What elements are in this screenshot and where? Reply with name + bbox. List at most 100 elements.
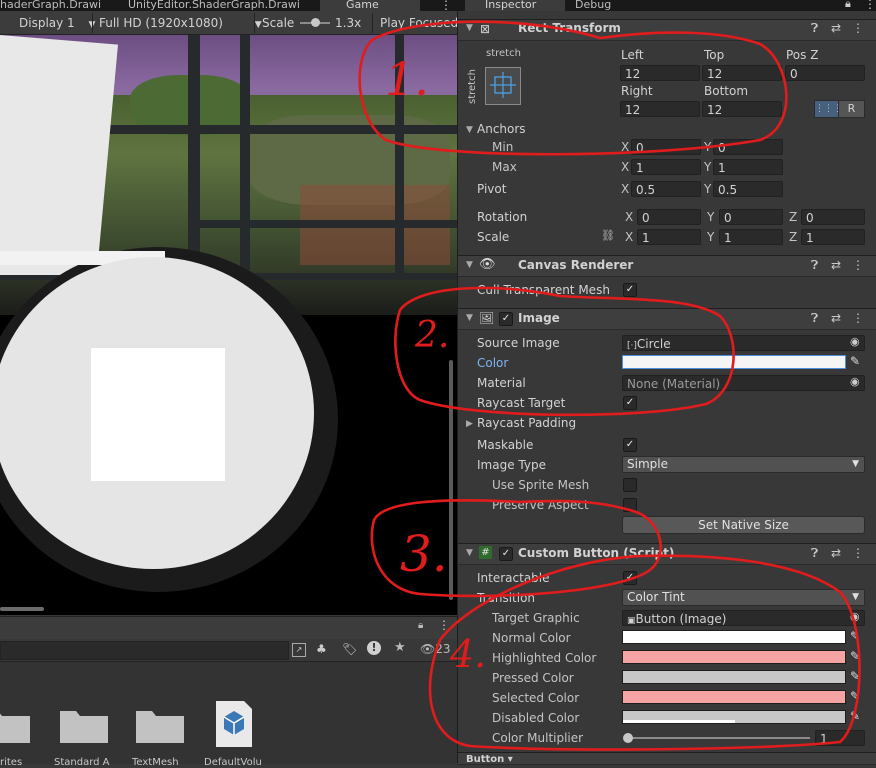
constrain-proportions-icon[interactable]: ⛓︎ (601, 229, 615, 242)
label-icon[interactable]: 🏷︎ (342, 642, 357, 656)
vertical-scrollbar[interactable] (449, 360, 453, 600)
hidden-count[interactable]: 👁︎23 (420, 642, 451, 656)
help-icon[interactable]: ❓︎ (811, 21, 818, 36)
filter-type-icon[interactable]: ♣ (316, 642, 327, 656)
eyedropper-icon[interactable]: ✎ (850, 689, 860, 703)
interactable-checkbox[interactable]: ✓ (623, 571, 637, 585)
set-native-size-button[interactable]: Set Native Size (622, 516, 865, 534)
bottom-field[interactable]: 12 (702, 101, 782, 117)
right-field[interactable]: 12 (620, 101, 700, 117)
warning-filter-icon[interactable]: ! (367, 641, 381, 655)
custom-button-enabled-checkbox[interactable]: ✓ (499, 547, 513, 561)
anchor-preset-side-text: stretch (467, 69, 478, 104)
folder-icon[interactable] (134, 705, 186, 745)
tab-shadergraph-2[interactable]: UnityEditor.ShaderGraph.Drawi (128, 0, 308, 11)
rotation-z-field[interactable]: 0 (801, 209, 865, 225)
material-field[interactable]: None (Material) (622, 375, 865, 391)
tab-debug[interactable]: Debug (565, 0, 625, 11)
resolution-dropdown[interactable]: Full HD (1920x1080) ▼ (99, 13, 262, 33)
component-menu-icon[interactable]: ⋮ (852, 21, 864, 35)
color-multiplier-slider-handle[interactable] (623, 733, 633, 743)
rotation-y-field[interactable]: 0 (719, 209, 783, 225)
lock-icon[interactable]: 🔒︎ (418, 620, 423, 631)
collapse-arrow-icon[interactable]: ▼ (466, 260, 473, 270)
object-picker-icon[interactable]: ◉ (850, 610, 860, 623)
scale-y-field[interactable]: 1 (719, 229, 783, 245)
left-field[interactable]: 12 (620, 65, 700, 81)
source-image-field[interactable]: [·]Circle (622, 335, 865, 351)
image-type-dropdown[interactable]: Simple ▼ (622, 456, 865, 473)
top-field[interactable]: 12 (702, 65, 782, 81)
selected-color-swatch[interactable] (622, 690, 846, 704)
collapse-arrow-icon[interactable]: ▼ (466, 313, 473, 323)
anchors-max-y-field[interactable]: 1 (713, 159, 783, 175)
tab-game[interactable]: Game (320, 0, 420, 11)
folder-icon[interactable] (58, 705, 110, 745)
scale-slider-handle[interactable] (311, 18, 320, 27)
preset-icon[interactable]: ⇄ (831, 311, 841, 325)
preset-icon[interactable]: ⇄ (831, 546, 841, 560)
collapse-arrow-icon[interactable]: ▼ (466, 548, 473, 558)
pressed-color-swatch[interactable] (622, 670, 846, 684)
highlighted-color-swatch[interactable] (622, 650, 846, 664)
eyedropper-icon[interactable]: ✎ (850, 354, 860, 368)
scale-z-field[interactable]: 1 (801, 229, 865, 245)
image-enabled-checkbox[interactable]: ✓ (499, 312, 513, 326)
color-multiplier-field[interactable]: 1 (815, 730, 865, 746)
color-multiplier-slider-track[interactable] (626, 737, 810, 739)
help-icon[interactable]: ❓︎ (811, 258, 818, 273)
anchors-max-x-field[interactable]: 1 (631, 159, 701, 175)
maskable-checkbox[interactable]: ✓ (623, 438, 637, 452)
expand-arrow-icon[interactable]: ▶ (466, 419, 473, 429)
image-color-swatch[interactable] (622, 355, 846, 369)
object-picker-icon[interactable]: ◉ (850, 375, 860, 388)
pivot-y-field[interactable]: 0.5 (713, 181, 783, 197)
tab-shadergraph-1[interactable]: haderGraph.Drawi (0, 0, 106, 11)
eyedropper-icon[interactable]: ✎ (850, 669, 860, 683)
normal-color-swatch[interactable] (622, 630, 846, 644)
object-picker-icon[interactable]: ◉ (850, 335, 860, 348)
game-view[interactable] (0, 35, 457, 615)
transition-dropdown[interactable]: Color Tint ▼ (622, 589, 865, 606)
blueprint-mode-button[interactable]: ⋮⋮⋮ (814, 100, 842, 118)
preset-icon[interactable]: ⇄ (831, 258, 841, 272)
cull-transparent-mesh-checkbox[interactable]: ✓ (623, 283, 637, 297)
horizontal-scrollbar[interactable] (0, 607, 44, 611)
collapse-arrow-icon[interactable]: ▼ (466, 23, 473, 33)
project-search-input[interactable] (0, 641, 289, 660)
raycast-target-checkbox[interactable]: ✓ (623, 396, 637, 410)
component-menu-icon[interactable]: ⋮ (852, 311, 864, 325)
open-folder-icon[interactable]: ↗ (292, 643, 306, 657)
preset-icon[interactable]: ⇄ (831, 21, 841, 35)
inspector-more-icon[interactable]: ⋮ (864, 0, 876, 11)
disabled-color-swatch[interactable] (622, 710, 846, 724)
eyedropper-icon[interactable]: ✎ (850, 629, 860, 643)
scale-x-field[interactable]: 1 (637, 229, 701, 245)
next-component-header[interactable] (458, 752, 876, 765)
anchor-presets-button[interactable] (485, 67, 521, 105)
tab-inspector[interactable]: Inspector (465, 0, 565, 11)
eyedropper-icon[interactable]: ✎ (850, 709, 860, 723)
folder-icon[interactable] (0, 705, 32, 745)
anchors-min-x-field[interactable]: 0 (631, 139, 701, 155)
pivot-x-field[interactable]: 0.5 (631, 181, 701, 197)
posz-field[interactable]: 0 (785, 65, 865, 81)
eyedropper-icon[interactable]: ✎ (850, 649, 860, 663)
volume-profile-icon[interactable] (212, 697, 256, 751)
raw-edit-button[interactable]: R (838, 100, 865, 118)
help-icon[interactable]: ❓︎ (811, 311, 818, 326)
project-more-icon[interactable]: ⋮ (438, 618, 450, 632)
component-menu-icon[interactable]: ⋮ (852, 546, 864, 560)
collapse-arrow-icon[interactable]: ▼ (466, 125, 473, 135)
help-icon[interactable]: ❓︎ (811, 546, 818, 561)
use-sprite-mesh-checkbox[interactable] (623, 478, 637, 492)
favorite-star-icon[interactable]: ★ (394, 640, 406, 655)
anchors-min-y-field[interactable]: 0 (713, 139, 783, 155)
rotation-x-field[interactable]: 0 (637, 209, 701, 225)
lock-icon[interactable]: 🔒︎ (845, 0, 851, 11)
display-dropdown[interactable]: Display 1 ▼ (19, 13, 95, 33)
preserve-aspect-checkbox[interactable] (623, 498, 637, 512)
target-graphic-field[interactable]: ▣Button (Image) (622, 610, 865, 626)
component-menu-icon[interactable]: ⋮ (852, 258, 864, 272)
play-focused-dropdown[interactable]: Play Focused (380, 13, 458, 33)
